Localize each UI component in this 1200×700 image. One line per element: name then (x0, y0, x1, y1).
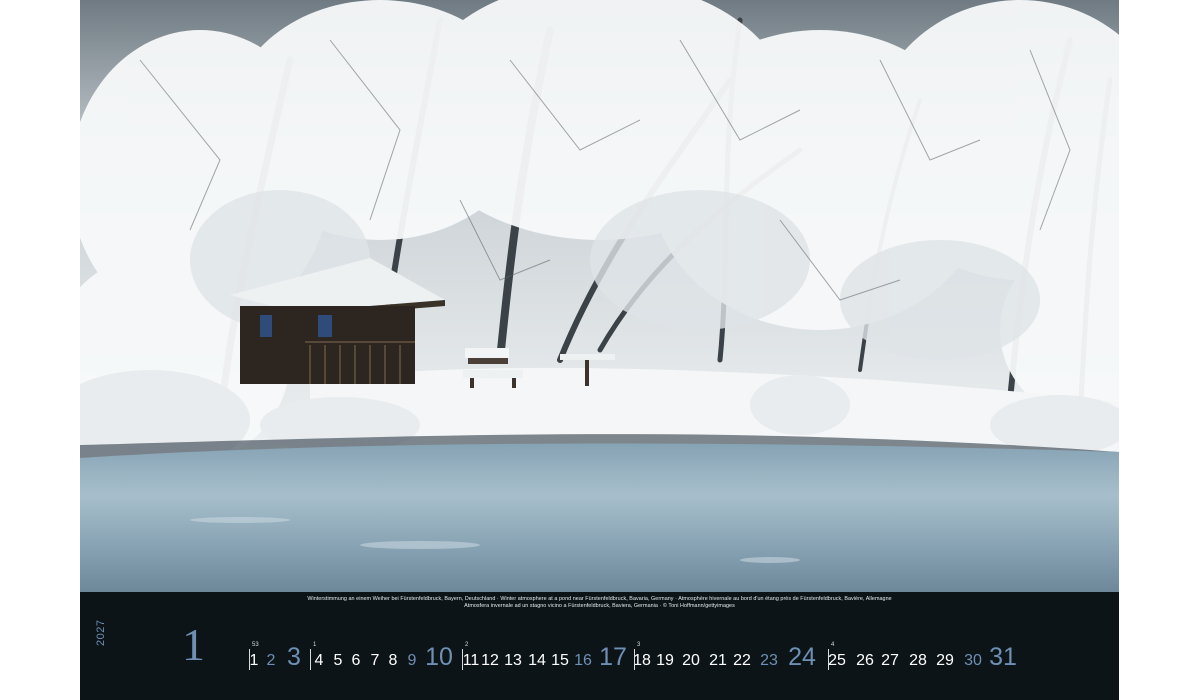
day-30: 30 (964, 652, 982, 669)
photo-illustration (80, 0, 1119, 592)
day-25: 25 (828, 652, 846, 669)
week-divider (828, 649, 829, 670)
day-12: 12 (481, 652, 499, 669)
day-21: 21 (709, 652, 727, 669)
day-19: 19 (656, 652, 674, 669)
week-number: 3 (637, 642, 641, 648)
day-17: 17 (599, 643, 627, 671)
day-4: 4 (314, 652, 324, 669)
caption-line-2: Atmosfera invernale ad un stagno vicino … (464, 603, 735, 609)
week-number: 1 (313, 642, 317, 648)
day-20: 20 (682, 652, 700, 669)
day-18: 18 (633, 652, 651, 669)
day-28: 28 (909, 652, 927, 669)
day-16: 16 (574, 652, 592, 669)
caption-line-1: Winterstimmung an einem Weiher bei Fürst… (307, 596, 892, 602)
day-29: 29 (936, 652, 954, 669)
day-5: 5 (333, 652, 343, 669)
winter-pond-photo (80, 0, 1119, 592)
month-number: 1 (182, 619, 205, 670)
day-9: 9 (407, 652, 417, 669)
day-8: 8 (388, 652, 398, 669)
week-divider (634, 649, 635, 670)
day-14: 14 (528, 652, 546, 669)
day-7: 7 (370, 652, 380, 669)
week-divider (249, 649, 250, 670)
day-1: 1 (249, 652, 259, 669)
day-6: 6 (351, 652, 361, 669)
calendar-page: Winterstimmung an einem Weiher bei Fürst… (80, 0, 1119, 700)
day-31: 31 (989, 643, 1017, 671)
week-number: 53 (252, 642, 259, 648)
week-divider (310, 649, 311, 670)
day-10: 10 (425, 643, 453, 671)
day-strip: 1 2 3 4 5 6 7 8 9 10 11 12 13 14 15 16 17 18 19 20 21 22 23 24 2… (244, 640, 1114, 670)
day-27: 27 (881, 652, 899, 669)
day-24: 24 (788, 643, 816, 671)
day-2: 2 (266, 652, 276, 669)
week-number: 2 (465, 642, 469, 648)
day-23: 23 (760, 652, 778, 669)
day-15: 15 (551, 652, 569, 669)
photo-caption: Winterstimmung an einem Weiher bei Fürst… (80, 596, 1119, 610)
day-3: 3 (287, 643, 301, 671)
day-13: 13 (504, 652, 522, 669)
day-22: 22 (733, 652, 751, 669)
day-26: 26 (856, 652, 874, 669)
week-divider (462, 649, 463, 670)
week-number: 4 (831, 642, 835, 648)
day-11: 11 (462, 652, 480, 669)
year-label: 2027 (95, 619, 107, 646)
